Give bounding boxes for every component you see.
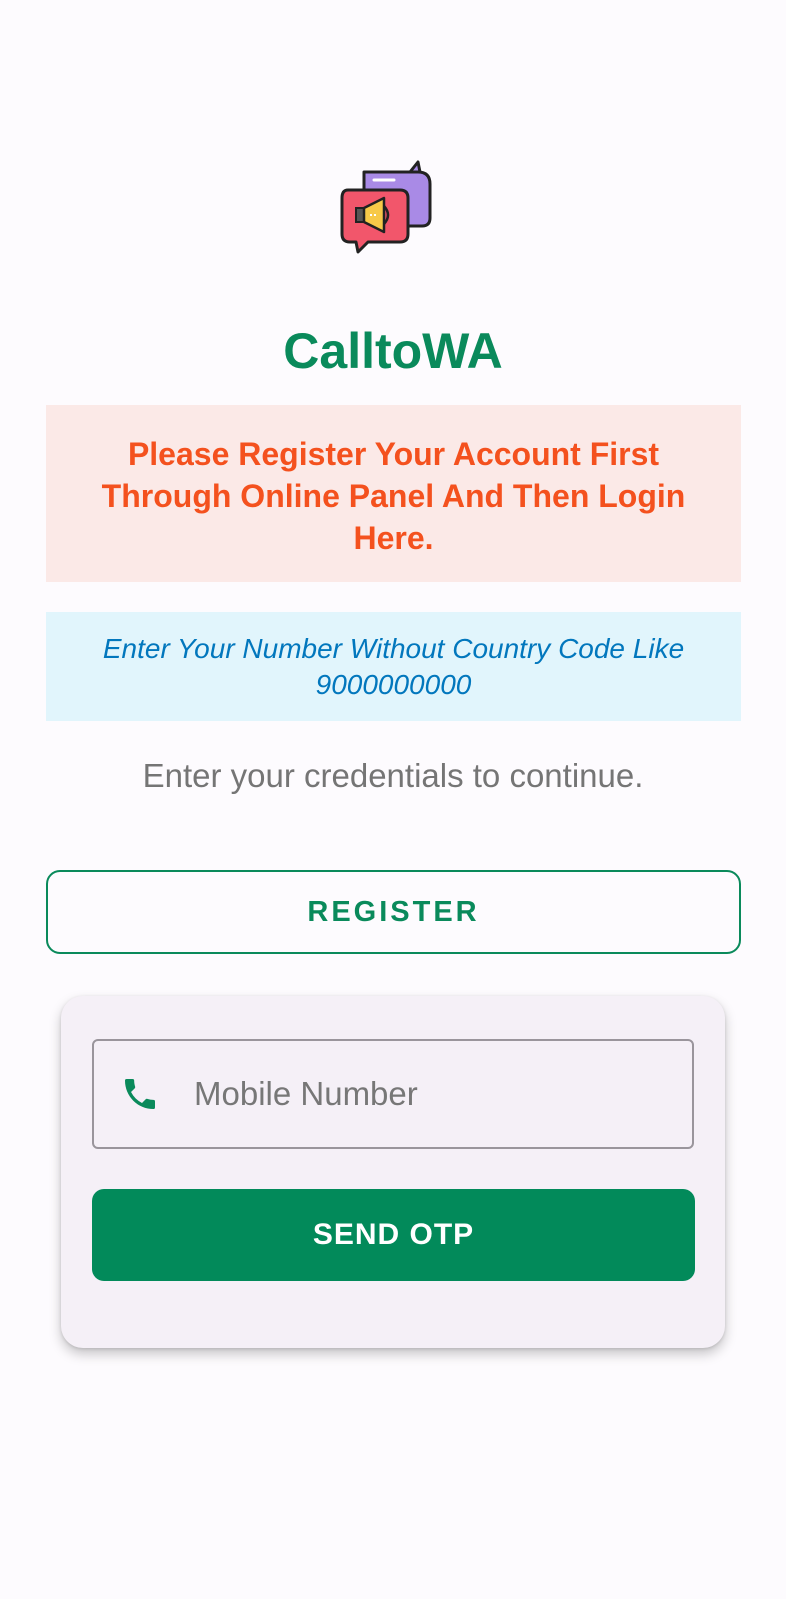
phone-icon (125, 1079, 155, 1109)
login-subtitle: Enter your credentials to continue. (142, 757, 644, 794)
register-warning-banner: Please Register Your Account First Throu… (46, 405, 741, 582)
app-title: CalltoWA (283, 323, 503, 379)
login-card: SEND OTP (61, 996, 725, 1348)
send-otp-button[interactable]: SEND OTP (92, 1189, 695, 1281)
register-button[interactable]: REGISTER (46, 870, 741, 954)
mobile-number-field[interactable] (92, 1039, 694, 1149)
number-hint-banner: Enter Your Number Without Country Code L… (46, 612, 741, 721)
mobile-number-input[interactable] (194, 1075, 654, 1113)
number-hint-text: Enter Your Number Without Country Code L… (102, 633, 685, 700)
chat-megaphone-icon (340, 160, 432, 254)
register-warning-text: Please Register Your Account First Throu… (101, 436, 686, 556)
login-screen: CalltoWA Please Register Your Account Fi… (0, 0, 786, 1599)
